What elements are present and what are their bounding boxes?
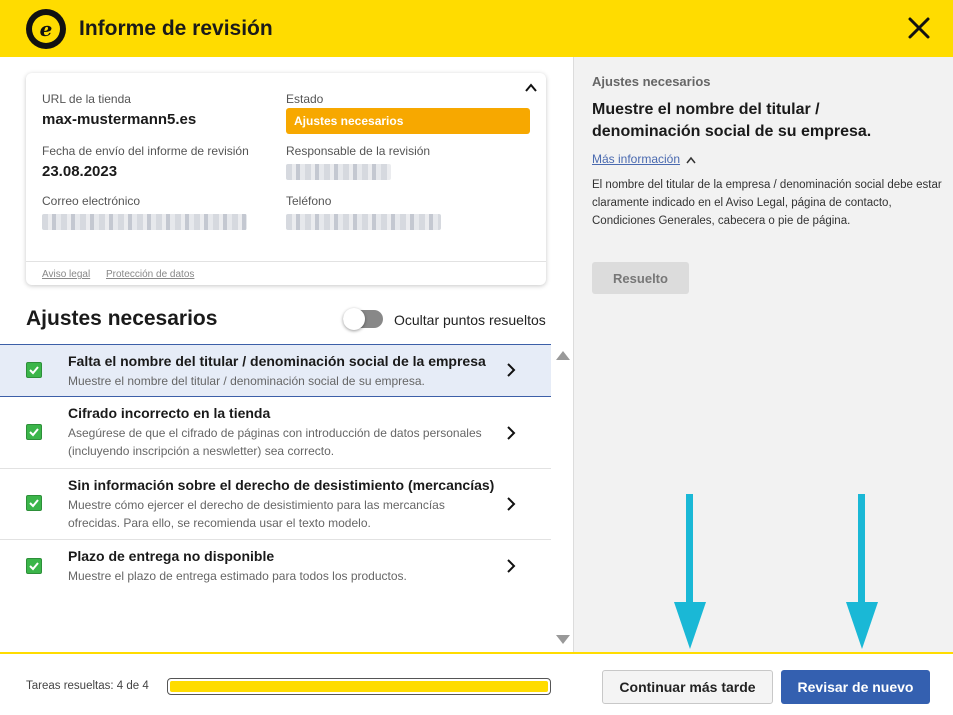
- trusted-shops-logo: e: [26, 8, 66, 49]
- privacy-link[interactable]: Protección de datos: [106, 269, 194, 280]
- resolved-button[interactable]: Resuelto: [592, 262, 689, 294]
- annotation-arrow-icon: [846, 494, 878, 649]
- detail-body: El nombre del titular de la empresa / de…: [592, 179, 942, 227]
- store-url-label: URL de la tienda: [42, 92, 131, 106]
- chevron-right-icon: [507, 426, 516, 440]
- list-item[interactable]: Falta el nombre del titular / denominaci…: [0, 344, 551, 397]
- chevron-up-icon[interactable]: [686, 156, 696, 164]
- reviewer-value-blurred: [286, 164, 391, 180]
- chevron-right-icon: [507, 559, 516, 573]
- detail-title: Muestre el nombre del titular / denomina…: [592, 101, 872, 140]
- checkbox-checked-icon: [26, 495, 42, 511]
- list-item-title: Sin información sobre el derecho de desi…: [68, 477, 495, 493]
- list-item-title: Plazo de entrega no disponible: [68, 548, 275, 564]
- status-label: Estado: [286, 92, 324, 106]
- card-footer: Aviso legal Protección de datos: [26, 261, 546, 285]
- detail-panel: Ajustes necesarios Muestre el nombre del…: [573, 57, 953, 653]
- detail-label: Ajustes necesarios: [592, 74, 711, 89]
- chevron-right-icon: [507, 363, 516, 377]
- progress-fill: [170, 681, 548, 692]
- chevron-up-icon[interactable]: [524, 81, 538, 95]
- chevron-right-icon: [507, 497, 516, 511]
- section-title: Ajustes necesarios: [26, 307, 218, 330]
- annotation-arrow-icon: [674, 494, 706, 649]
- list-item-subtitle: Muestre cómo ejercer el derecho de desis…: [68, 498, 445, 530]
- logo-letter: e: [32, 14, 60, 43]
- progress-bar: [167, 678, 551, 695]
- status-badge: Ajustes necesarios: [286, 108, 530, 134]
- tasks-resolved-label: Tareas resueltas: 4 de 4: [26, 680, 149, 692]
- list-item-subtitle: Asegúrese de que el cifrado de páginas c…: [68, 426, 482, 458]
- hide-resolved-toggle[interactable]: [343, 308, 383, 330]
- reviewer-label: Responsable de la revisión: [286, 144, 431, 158]
- store-url-value: max-mustermann5.es: [42, 111, 197, 128]
- store-info-card: URL de la tienda max-mustermann5.es Esta…: [26, 73, 546, 285]
- legal-notice-link[interactable]: Aviso legal: [42, 269, 90, 280]
- scroll-up-arrow[interactable]: [556, 351, 570, 360]
- review-again-button[interactable]: Revisar de nuevo: [781, 670, 930, 704]
- sent-date-label: Fecha de envío del informe de revisión: [42, 144, 249, 158]
- phone-label: Teléfono: [286, 194, 332, 208]
- list-item-subtitle: Muestre el nombre del titular / denomina…: [68, 374, 425, 388]
- hide-resolved-label: Ocultar puntos resueltos: [394, 312, 546, 328]
- list-item[interactable]: Plazo de entrega no disponible Muestre e…: [0, 540, 551, 592]
- email-label: Correo electrónico: [42, 194, 141, 208]
- left-panel: URL de la tienda max-mustermann5.es Esta…: [0, 57, 573, 653]
- checkbox-checked-icon: [26, 424, 42, 440]
- footer-bar: Tareas resueltas: 4 de 4 Continuar más t…: [0, 652, 953, 715]
- phone-value-blurred: [286, 214, 441, 230]
- email-value-blurred: [42, 214, 247, 230]
- checkbox-checked-icon: [26, 362, 42, 378]
- page-title: Informe de revisión: [79, 16, 273, 40]
- list-item[interactable]: Cifrado incorrecto en la tienda Asegúres…: [0, 397, 551, 469]
- close-icon[interactable]: [905, 14, 933, 42]
- issues-list: Falta el nombre del titular / denominaci…: [0, 344, 551, 592]
- checkbox-checked-icon: [26, 558, 42, 574]
- list-item-title: Falta el nombre del titular / denominaci…: [68, 353, 486, 369]
- list-item[interactable]: Sin información sobre el derecho de desi…: [0, 469, 551, 540]
- sent-date-value: 23.08.2023: [42, 163, 118, 180]
- continue-later-button[interactable]: Continuar más tarde: [602, 670, 773, 704]
- more-info-link[interactable]: Más información: [592, 152, 680, 166]
- toggle-knob: [343, 308, 365, 330]
- header-bar: e Informe de revisión: [0, 0, 953, 57]
- scroll-down-arrow[interactable]: [556, 635, 570, 644]
- list-item-subtitle: Muestre el plazo de entrega estimado par…: [68, 569, 407, 583]
- list-item-title: Cifrado incorrecto en la tienda: [68, 405, 271, 421]
